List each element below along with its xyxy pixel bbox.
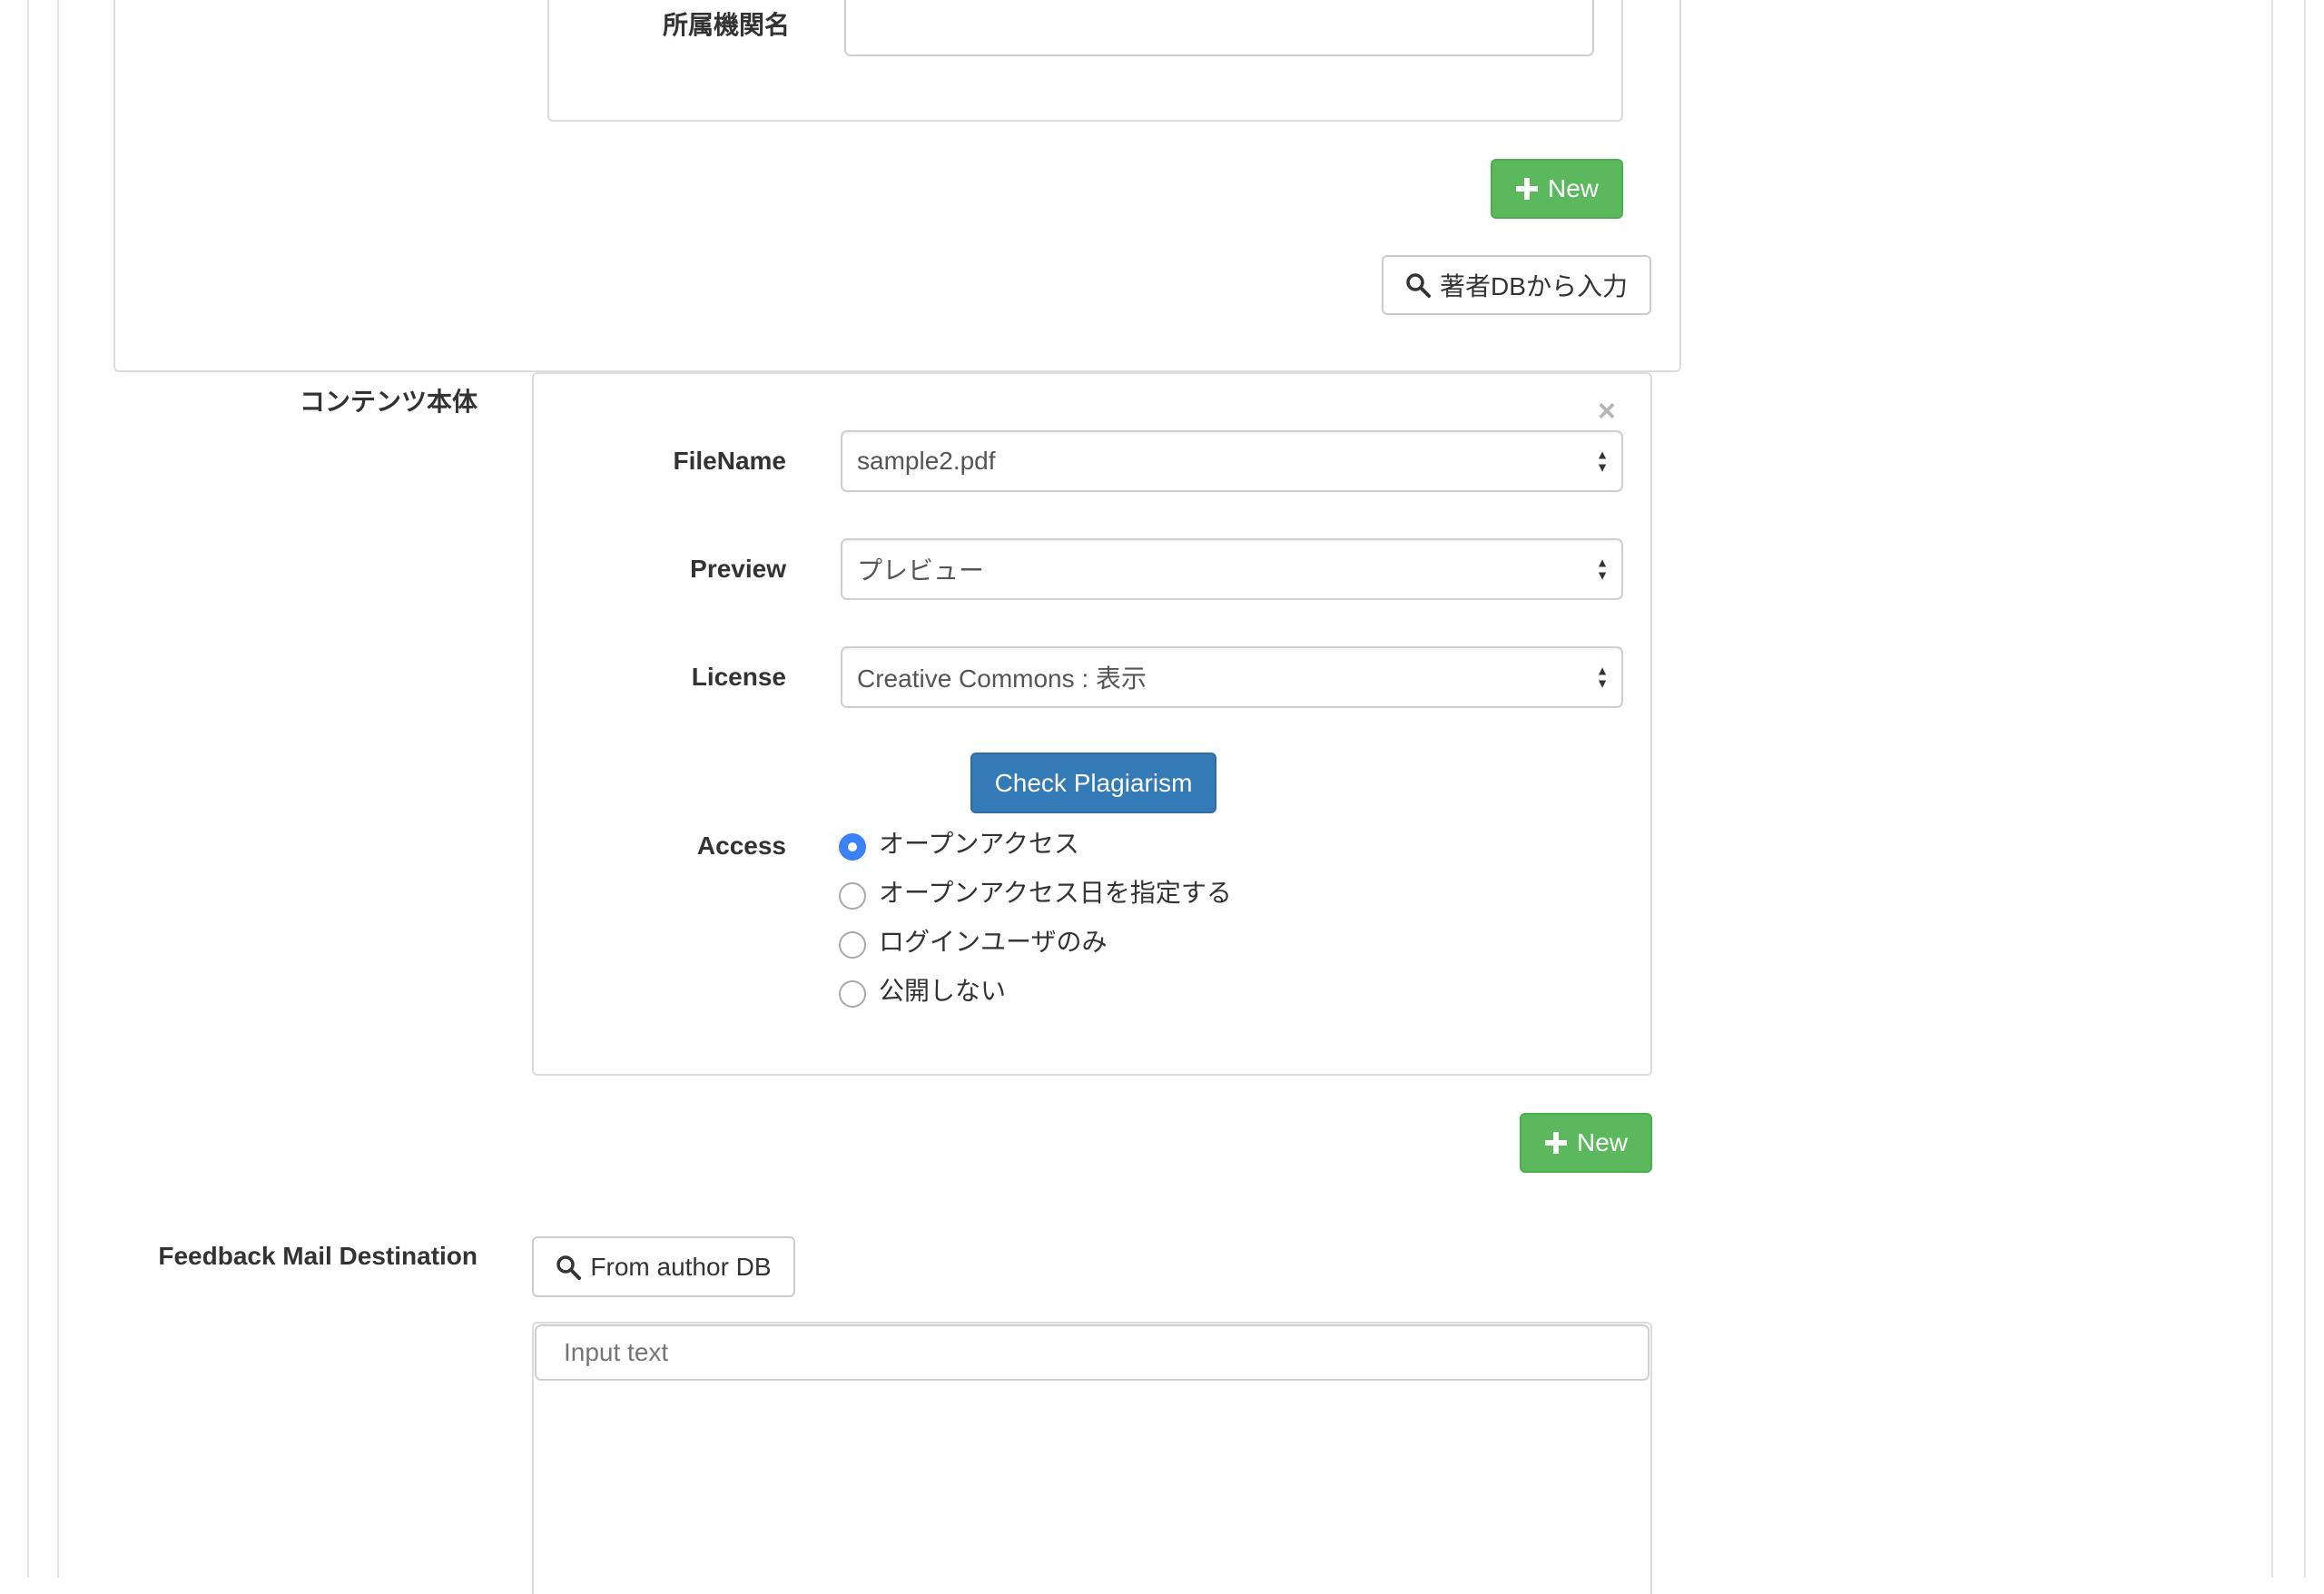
author-new-button[interactable]: New [1491, 159, 1623, 219]
access-option-label: ログインユーザのみ [879, 928, 1108, 956]
check-plagiarism-button[interactable]: Check Plagiarism [970, 753, 1216, 813]
from-author-db-button[interactable]: From author DB [532, 1236, 795, 1297]
select-arrows-icon: ▲ ▼ [1596, 447, 1609, 475]
page-left-border-inner [57, 0, 59, 1578]
author-db-button-label: 著者DBから入力 [1440, 272, 1628, 300]
content-new-button[interactable]: New [1520, 1113, 1652, 1173]
radio-open-date[interactable] [839, 882, 866, 910]
preview-select-value: プレビュー [857, 556, 985, 585]
access-option-login-only[interactable]: ログインユーザのみ [839, 922, 1107, 959]
page-left-border-outer [27, 0, 29, 1578]
access-option-open-date[interactable]: オープンアクセス日を指定する [839, 873, 1232, 910]
access-option-private[interactable]: 公開しない [839, 971, 1006, 1008]
access-label: Access [696, 831, 786, 860]
from-author-db-button-label: From author DB [590, 1252, 772, 1281]
access-option-label: オープンアクセス日を指定する [879, 879, 1232, 907]
check-plagiarism-button-label: Check Plagiarism [994, 768, 1193, 797]
content-label: コンテンツ本体 [299, 388, 478, 416]
access-option-open[interactable]: オープンアクセス [839, 824, 1079, 861]
page-right-border-outer [2304, 0, 2306, 1578]
content-new-button-label: New [1576, 1128, 1628, 1156]
search-icon [556, 1255, 582, 1280]
affiliation-input[interactable] [844, 0, 1594, 56]
radio-private[interactable] [839, 980, 866, 1008]
author-new-button-label: New [1547, 174, 1599, 202]
feedback-label: Feedback Mail Destination [158, 1242, 478, 1270]
select-arrows-icon: ▲ ▼ [1596, 555, 1609, 583]
close-icon[interactable]: × [1598, 396, 1616, 427]
plus-icon [1515, 178, 1538, 200]
search-icon [1406, 273, 1432, 298]
radio-login-only[interactable] [839, 931, 866, 959]
affiliation-label: 所属機関名 [662, 11, 790, 39]
filename-select[interactable]: sample2.pdf ▲ ▼ [841, 430, 1623, 492]
license-select-value: Creative Commons : 表示 [857, 664, 1147, 693]
filename-select-value: sample2.pdf [857, 447, 996, 475]
access-option-label: オープンアクセス [879, 830, 1079, 858]
filename-label: FileName [673, 447, 787, 475]
access-option-label: 公開しない [879, 977, 1007, 1005]
plus-icon [1544, 1132, 1567, 1154]
license-select[interactable]: Creative Commons : 表示 ▲ ▼ [841, 646, 1623, 708]
page-right-border-inner [2271, 0, 2273, 1578]
license-label: License [691, 663, 786, 691]
preview-label: Preview [690, 555, 786, 583]
author-db-button[interactable]: 著者DBから入力 [1382, 255, 1651, 315]
feedback-input[interactable] [535, 1324, 1649, 1381]
select-arrows-icon: ▲ ▼ [1596, 663, 1609, 691]
radio-open[interactable] [839, 833, 866, 861]
preview-select[interactable]: プレビュー ▲ ▼ [841, 538, 1623, 600]
